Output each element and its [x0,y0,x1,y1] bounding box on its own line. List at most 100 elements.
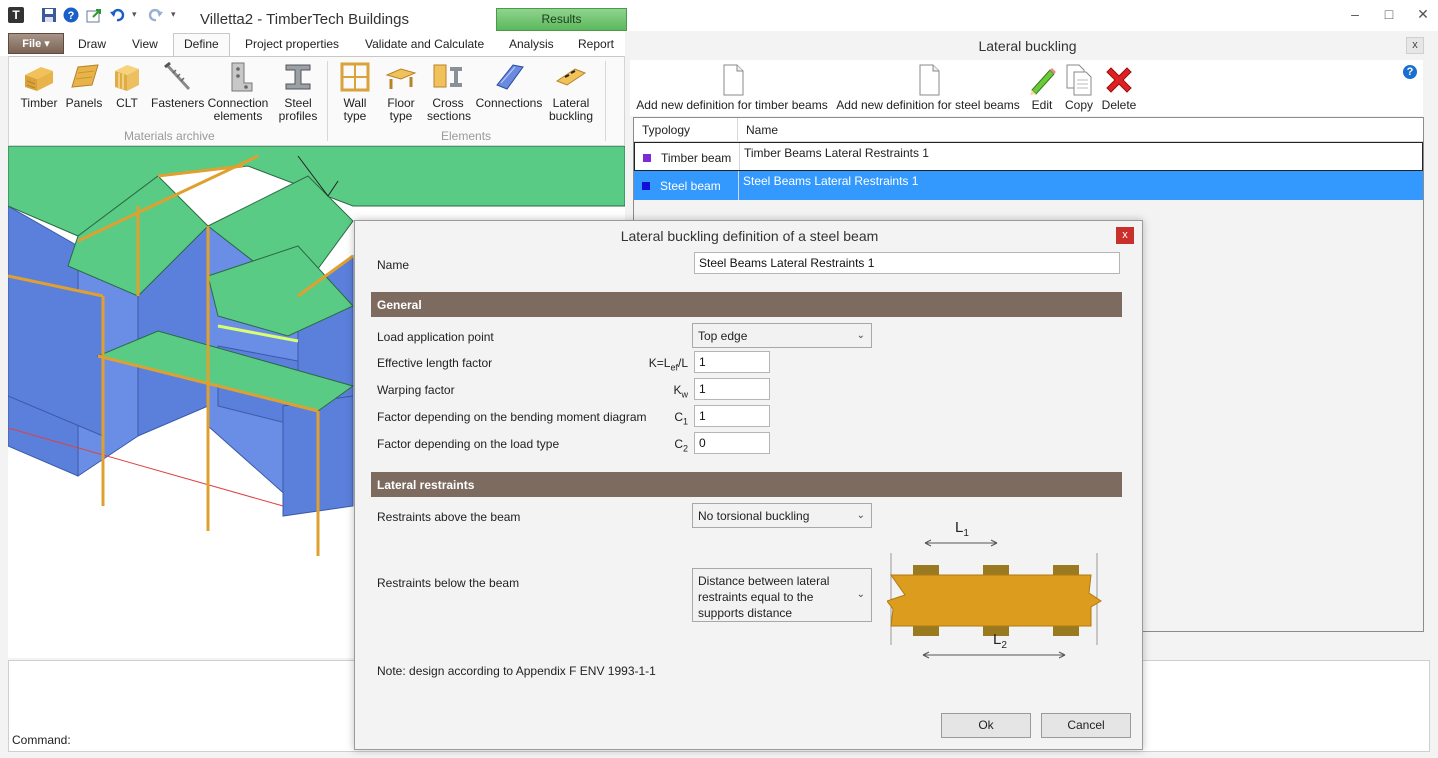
undo-dropdown-icon[interactable]: ▾ [132,9,142,25]
tab-project-properties[interactable]: Project properties [245,37,339,51]
connections-icon [493,61,525,93]
minimize-button[interactable]: – [1340,4,1370,24]
fasteners-button[interactable]: Fasteners [151,61,205,110]
timber-color-swatch [643,154,651,162]
wall-type-label-2: type [343,109,367,123]
restraints-diagram: L1 L2 [886,519,1107,661]
restraints-above-label: Restraints above the beam [377,510,521,524]
table-row[interactable]: Timber beam Timber Beams Lateral Restrai… [634,142,1423,171]
connection-elements-label-2: elements [213,109,263,123]
help-icon[interactable]: ? [63,7,79,23]
timber-button[interactable]: Timber [19,61,59,110]
lateral-restraints-section-header: Lateral restraints [371,472,1122,497]
typology-cell: Steel beam [634,171,738,200]
lateral-buckling-label-2: buckling [548,109,594,123]
general-section-header: General [371,292,1122,317]
column-header-typology[interactable]: Typology [634,118,738,142]
save-icon[interactable] [41,7,57,23]
tab-analysis[interactable]: Analysis [509,37,554,51]
panels-button[interactable]: Panels [64,61,104,110]
restraints-above-select[interactable]: No torsional buckling ⌄ [692,503,872,528]
effective-length-input[interactable]: 1 [694,351,770,373]
panels-icon [68,61,100,93]
clt-label: CLT [116,96,138,110]
help-icon[interactable]: ? [1403,65,1417,79]
timber-icon [23,61,55,93]
add-timber-definition-label: Add new definition for timber beams [636,98,828,112]
panels-label: Panels [65,96,103,110]
add-timber-definition-button[interactable]: Add new definition for timber beams [634,64,830,112]
chevron-down-icon: ⌄ [856,509,865,521]
group-separator [605,61,606,141]
steel-profiles-button[interactable]: Steel profiles [275,61,321,123]
steel-beam-buckling-dialog: Lateral buckling definition of a steel b… [354,220,1143,750]
c1-input[interactable]: 1 [694,405,770,427]
svg-text:?: ? [68,10,75,22]
c2-input[interactable]: 0 [694,432,770,454]
wall-type-button[interactable]: Wall type [335,61,375,123]
pencil-icon [1026,64,1058,96]
connections-label: Connections [475,96,543,110]
typology-text: Steel beam [660,179,721,193]
c1-symbol: C1 [674,410,688,427]
delete-button[interactable]: Delete [1100,64,1138,112]
floor-type-label-1: Floor [387,96,415,110]
name-cell: Steel Beams Lateral Restraints 1 [738,171,918,200]
tab-validate-and-calculate[interactable]: Validate and Calculate [365,37,484,51]
redo-icon[interactable] [148,7,164,23]
name-input[interactable]: Steel Beams Lateral Restraints 1 [694,252,1120,274]
close-window-button[interactable]: ✕ [1408,4,1438,24]
lateral-buckling-button[interactable]: Lateral buckling [547,61,595,123]
restraints-below-label: Restraints below the beam [377,576,520,590]
undo-icon[interactable] [109,7,125,23]
floor-type-button[interactable]: Floor type [381,61,421,123]
cross-sections-icon [432,61,464,93]
app-logo-icon: T [8,7,24,23]
load-point-value: Top edge [698,329,748,343]
command-label: Command: [12,733,71,747]
restraints-above-value: No torsional buckling [698,509,810,523]
export-icon[interactable] [86,7,102,23]
tab-define[interactable]: Define [173,33,230,57]
table-row-selected[interactable]: Steel beam Steel Beams Lateral Restraint… [634,171,1423,200]
dialog-close-button[interactable]: x [1116,227,1134,244]
connections-button[interactable]: Connections [475,61,543,110]
warping-input[interactable]: 1 [694,378,770,400]
new-document-icon [912,64,944,96]
copy-button[interactable]: Copy [1062,64,1096,112]
design-note: Note: design according to Appendix F ENV… [377,664,656,678]
diagram-l1-label: L1 [955,519,969,539]
add-steel-definition-button[interactable]: Add new definition for steel beams [834,64,1022,112]
results-tab[interactable]: Results [496,8,627,31]
typology-text: Timber beam [661,151,732,165]
restraints-below-select[interactable]: Distance between lateral restraints equa… [692,568,872,622]
delete-icon [1103,64,1135,96]
effective-length-label: Effective length factor [377,356,493,370]
delete-label: Delete [1101,98,1137,112]
clt-button[interactable]: CLT [109,61,145,110]
steel-color-swatch [642,182,650,190]
connection-elements-button[interactable]: Connection elements [206,61,270,123]
maximize-button[interactable]: □ [1374,4,1404,24]
c1-label: Factor depending on the bending moment d… [377,410,647,424]
ok-button[interactable]: Ok [941,713,1031,738]
fasteners-label: Fasteners [151,96,205,110]
chevron-down-icon: ⌄ [856,589,865,600]
tab-view[interactable]: View [132,37,158,51]
floor-type-icon [385,61,417,93]
load-point-select[interactable]: Top edge ⌄ [692,323,872,348]
cross-sections-button[interactable]: Cross sections [427,61,471,123]
tab-report[interactable]: Report [578,37,614,51]
edit-button[interactable]: Edit [1026,64,1058,112]
column-header-name[interactable]: Name [738,118,1423,142]
copy-label: Copy [1064,98,1093,112]
file-menu-button[interactable]: File ▾ [8,33,64,54]
name-label: Name [377,258,410,272]
customize-toolbar-icon[interactable]: ▾ [171,9,181,25]
cancel-button[interactable]: Cancel [1041,713,1131,738]
panel-close-button[interactable]: x [1406,37,1424,54]
new-document-icon [716,64,748,96]
steel-profiles-icon [282,61,314,93]
connection-elements-label-1: Connection [207,96,269,110]
tab-draw[interactable]: Draw [78,37,106,51]
